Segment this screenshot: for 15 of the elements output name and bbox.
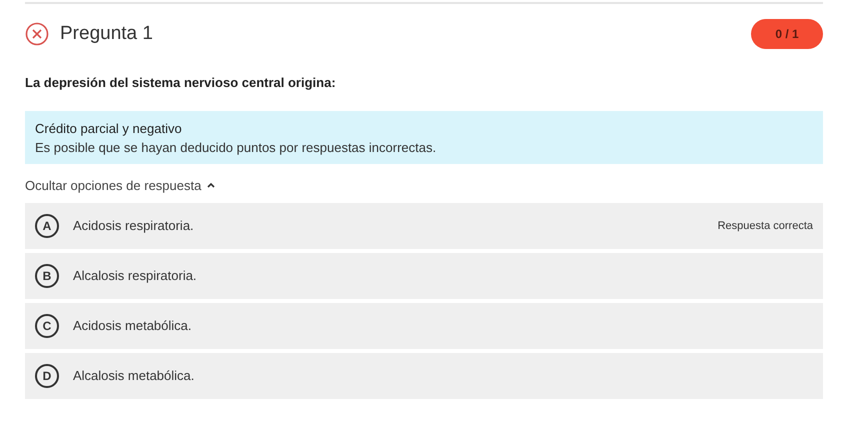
option-letter: B	[35, 264, 59, 288]
option-text: Alcalosis metabólica.	[73, 367, 196, 386]
option-text: Acidosis respiratoria.	[73, 217, 195, 236]
score-badge: 0 / 1	[751, 19, 823, 49]
question-prompt: La depresión del sistema nervioso central origina:	[25, 74, 337, 92]
option-text: Alcalosis respiratoria.	[73, 267, 198, 286]
option-letter: A	[35, 214, 59, 238]
notice-text: Es posible que se hayan deducido puntos por respuestas incorrectas.	[35, 139, 438, 157]
notice-title: Crédito parcial y negativo	[35, 120, 183, 138]
toggle-options-link[interactable]: Ocultar opciones de respuesta	[25, 176, 216, 195]
option-letter: C	[35, 314, 59, 338]
correct-answer-label: Respuesta correcta	[718, 218, 813, 234]
question-title: Pregunta 1	[60, 22, 153, 46]
option-text: Acidosis metabólica.	[73, 317, 192, 336]
option-letter: D	[35, 364, 59, 388]
